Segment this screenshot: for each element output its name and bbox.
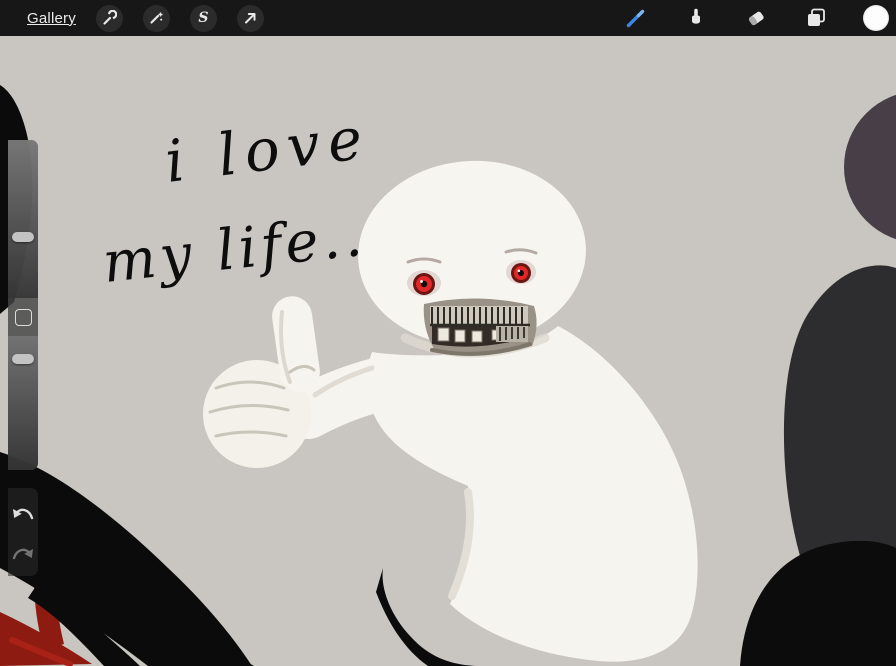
selection-s-icon: S [198, 10, 209, 26]
wrench-icon [103, 10, 118, 25]
gallery-link[interactable]: Gallery [27, 10, 76, 27]
layers-icon [808, 8, 825, 26]
modify-button[interactable] [15, 309, 32, 326]
app-root: { "toolbar": { "gallery_label": "Gallery… [0, 0, 896, 666]
undo-button[interactable] [8, 492, 38, 532]
opacity-slider-handle[interactable] [12, 354, 34, 364]
selection-button[interactable]: S [189, 4, 217, 32]
adjustments-button[interactable] [142, 4, 170, 32]
transform-button[interactable] [236, 4, 264, 32]
brush-size-slider-handle[interactable] [12, 232, 34, 242]
sidebar-sliders [8, 140, 38, 470]
undo-arrow-icon [13, 508, 34, 520]
layers-button[interactable] [803, 5, 829, 31]
sidebar-undo-redo [8, 488, 38, 576]
actions-button[interactable] [95, 4, 123, 32]
redo-arrow-icon [12, 548, 33, 560]
arrow-cursor-icon [245, 13, 256, 24]
paint-brush-button[interactable] [623, 5, 649, 31]
color-swatch[interactable] [863, 5, 889, 31]
brush-size-slider[interactable] [8, 140, 38, 298]
top-toolbar: Gallery S [0, 0, 896, 36]
smudge-button[interactable] [683, 5, 709, 31]
paint-tools-group [623, 5, 889, 31]
drawing-canvas[interactable]: i love my life.. [0, 0, 896, 666]
eraser-button[interactable] [743, 5, 769, 31]
magic-wand-icon [150, 12, 163, 24]
paintbrush-icon [626, 9, 645, 28]
smudge-finger-icon [692, 8, 700, 24]
eraser-icon [748, 11, 764, 26]
redo-button[interactable] [8, 532, 38, 572]
